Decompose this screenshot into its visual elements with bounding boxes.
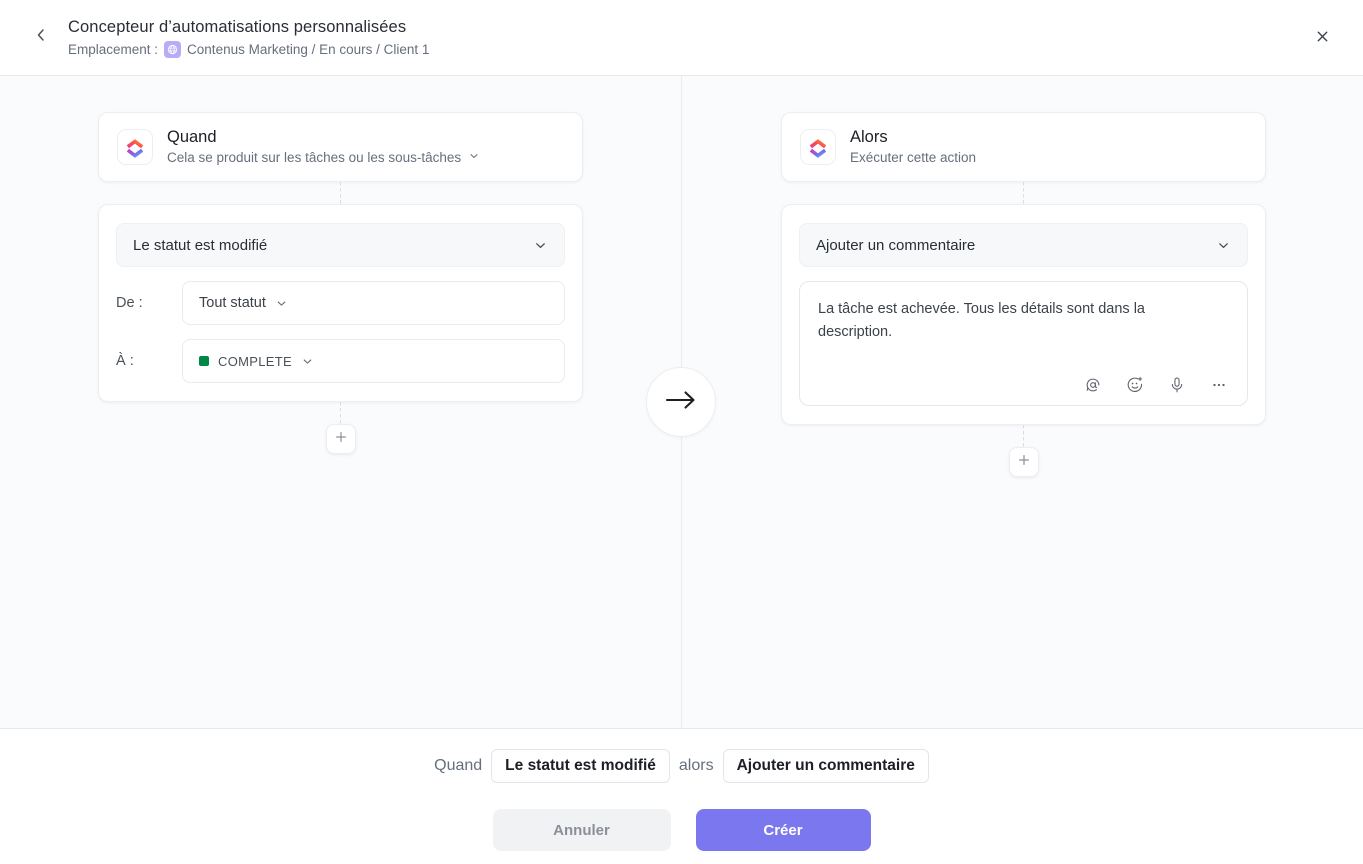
microphone-icon[interactable] <box>1167 375 1187 395</box>
when-scope-selector[interactable]: Cela se produit sur les tâches ou les so… <box>167 149 480 167</box>
trigger-select-value: Le statut est modifié <box>133 236 268 254</box>
page-title: Concepteur d’automatisations personnalis… <box>68 17 407 36</box>
create-button[interactable]: Créer <box>695 809 871 851</box>
chevron-down-icon <box>1216 238 1231 253</box>
breadcrumb-path[interactable]: Contenus Marketing / En cours / Client 1 <box>187 41 429 59</box>
from-status-value: Tout statut <box>199 295 266 311</box>
emoji-add-icon[interactable] <box>1125 375 1145 395</box>
then-subtitle-label: Exécuter cette action <box>850 150 977 165</box>
modal-footer: Quand Le statut est modifié alors Ajoute… <box>0 728 1363 864</box>
then-subtitle: Exécuter cette action <box>850 149 976 167</box>
more-options-icon[interactable] <box>1209 375 1229 395</box>
when-title: Quand <box>167 128 217 146</box>
chevron-down-icon <box>301 355 314 368</box>
chevron-down-icon <box>533 238 548 253</box>
then-title: Alors <box>850 128 888 146</box>
flow-arrow-node <box>646 367 716 437</box>
status-color-swatch <box>199 356 209 366</box>
summary-then-word: alors <box>678 757 714 774</box>
summary-action-chip[interactable]: Ajouter un commentaire <box>722 749 929 783</box>
when-config-card: Le statut est modifié De : Tout statut À… <box>98 204 583 402</box>
comment-editor[interactable]: La tâche est achevée. Tous les détails s… <box>799 281 1248 406</box>
when-column: Quand Cela se produit sur les tâches ou … <box>98 112 583 454</box>
close-icon <box>1315 29 1330 49</box>
when-add-connector <box>340 402 341 424</box>
summary-when-word: Quand <box>434 757 483 774</box>
add-action-button[interactable] <box>1008 447 1039 477</box>
then-header-card[interactable]: Alors Exécuter cette action <box>781 112 1266 182</box>
then-add-connector <box>1023 425 1024 447</box>
header-titles: Concepteur d’automatisations personnalis… <box>68 17 429 59</box>
clickup-logo-icon <box>117 129 153 165</box>
to-status-label: À : <box>116 353 134 369</box>
to-status-row: À : COMPLETE <box>116 339 565 383</box>
then-connector <box>1023 182 1024 204</box>
from-status-label: De : <box>116 295 143 311</box>
trigger-select[interactable]: Le statut est modifié <box>116 223 565 267</box>
when-scope-label: Cela se produit sur les tâches ou les so… <box>167 150 462 165</box>
automation-builder-modal: Concepteur d’automatisations personnalis… <box>0 0 1363 864</box>
comment-toolbar <box>818 365 1229 395</box>
to-status-value: COMPLETE <box>218 353 292 369</box>
modal-header: Concepteur d’automatisations personnalis… <box>0 0 1363 76</box>
chevron-down-icon <box>275 297 288 310</box>
arrow-right-icon <box>664 389 698 416</box>
cancel-button[interactable]: Annuler <box>492 809 671 851</box>
chevron-left-icon <box>33 27 49 48</box>
summary-trigger-chip[interactable]: Le statut est modifié <box>491 749 670 783</box>
then-column: Alors Exécuter cette action Ajouter un c… <box>781 112 1266 477</box>
when-add-wrap <box>98 424 583 454</box>
to-status-select[interactable]: COMPLETE <box>182 339 565 383</box>
then-add-wrap <box>781 447 1266 477</box>
from-status-row: De : Tout statut <box>116 281 565 325</box>
mention-icon[interactable] <box>1083 375 1103 395</box>
when-connector <box>340 182 341 204</box>
automation-canvas: Quand Cela se produit sur les tâches ou … <box>0 76 1363 728</box>
from-status-select[interactable]: Tout statut <box>182 281 565 325</box>
comment-text[interactable]: La tâche est achevée. Tous les détails s… <box>818 298 1173 344</box>
location-label: Emplacement : <box>68 41 159 57</box>
breadcrumb: Emplacement : Contenus Marketing / En co… <box>68 41 429 59</box>
plus-icon <box>1017 453 1031 472</box>
action-select[interactable]: Ajouter un commentaire <box>799 223 1248 267</box>
then-config-card: Ajouter un commentaire La tâche est ache… <box>781 204 1266 425</box>
chevron-down-icon <box>468 149 480 167</box>
when-header-card[interactable]: Quand Cela se produit sur les tâches ou … <box>98 112 583 182</box>
back-button[interactable] <box>26 23 56 53</box>
add-trigger-button[interactable] <box>325 424 356 454</box>
plus-icon <box>334 430 348 449</box>
globe-icon <box>164 41 182 58</box>
action-select-value: Ajouter un commentaire <box>816 236 976 254</box>
footer-actions: Annuler Créer <box>492 809 871 851</box>
automation-summary: Quand Le statut est modifié alors Ajoute… <box>434 749 929 783</box>
clickup-logo-icon <box>800 129 836 165</box>
close-button[interactable] <box>1307 24 1337 54</box>
